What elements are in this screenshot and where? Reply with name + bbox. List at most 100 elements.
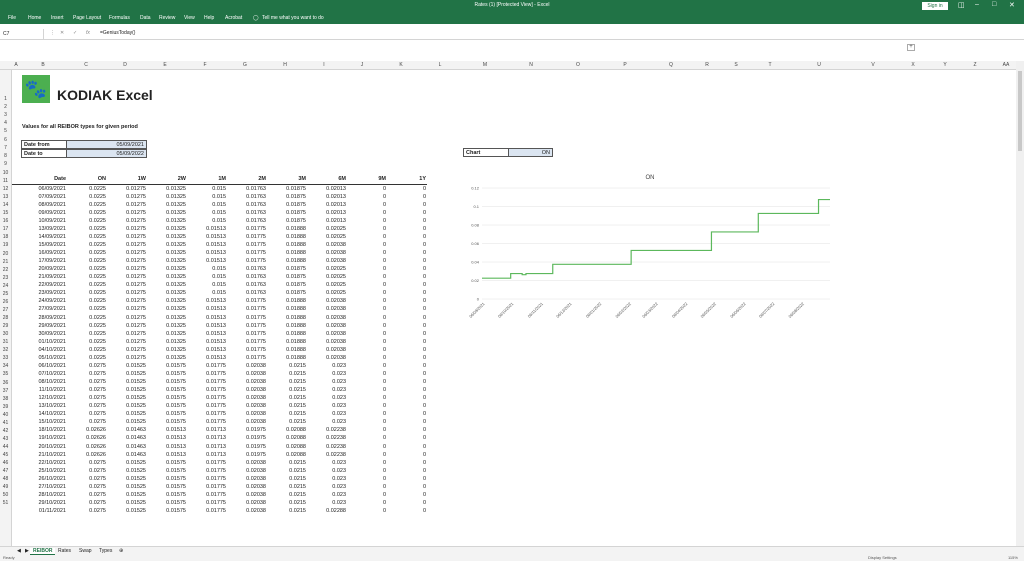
- table-cell[interactable]: 0: [387, 322, 427, 330]
- column-header[interactable]: K: [396, 62, 406, 68]
- column-header[interactable]: A: [11, 62, 21, 68]
- table-cell[interactable]: 0.02238: [307, 443, 347, 451]
- table-cell[interactable]: 0: [387, 491, 427, 499]
- table-cell[interactable]: 29/10/2021: [12, 499, 67, 507]
- table-cell[interactable]: 0.01325: [147, 297, 187, 305]
- table-cell[interactable]: 0.01888: [267, 322, 307, 330]
- table-cell[interactable]: 0: [347, 426, 387, 434]
- table-cell[interactable]: 0.01325: [147, 217, 187, 225]
- table-cell[interactable]: 0.01775: [227, 354, 267, 362]
- row-header[interactable]: 1: [0, 96, 11, 102]
- table-cell[interactable]: 0.02038: [227, 467, 267, 475]
- table-cell[interactable]: 0: [347, 491, 387, 499]
- table-cell[interactable]: 0.02025: [307, 265, 347, 273]
- table-cell[interactable]: 0.02038: [227, 386, 267, 394]
- table-cell[interactable]: 0.01775: [227, 305, 267, 313]
- table-cell[interactable]: 0.01763: [227, 193, 267, 201]
- table-cell[interactable]: 0.0225: [67, 265, 107, 273]
- table-cell[interactable]: 0.01325: [147, 289, 187, 297]
- table-cell[interactable]: 0.01875: [267, 184, 307, 193]
- table-cell[interactable]: 0.015: [187, 184, 227, 193]
- table-cell[interactable]: 0.01463: [107, 434, 147, 442]
- table-cell[interactable]: 0.01575: [147, 507, 187, 515]
- table-cell[interactable]: 0.01775: [187, 499, 227, 507]
- tab-home[interactable]: Home: [28, 15, 41, 21]
- table-cell[interactable]: 0.01775: [227, 297, 267, 305]
- table-cell[interactable]: 0: [347, 289, 387, 297]
- table-cell[interactable]: 0.01513: [187, 257, 227, 265]
- table-cell[interactable]: 0.01575: [147, 362, 187, 370]
- table-cell[interactable]: 0.01325: [147, 330, 187, 338]
- table-cell[interactable]: 0: [387, 418, 427, 426]
- table-cell[interactable]: 0.01513: [187, 297, 227, 305]
- row-header[interactable]: 47: [0, 468, 11, 474]
- table-cell[interactable]: 0.01513: [147, 434, 187, 442]
- table-cell[interactable]: 22/10/2021: [12, 459, 67, 467]
- table-cell[interactable]: 08/10/2021: [12, 378, 67, 386]
- row-header[interactable]: 26: [0, 299, 11, 305]
- table-cell[interactable]: 0.01525: [107, 459, 147, 467]
- table-cell[interactable]: 0.02088: [267, 426, 307, 434]
- table-cell[interactable]: 0: [347, 225, 387, 233]
- table-cell[interactable]: 0.01875: [267, 265, 307, 273]
- table-cell[interactable]: 29/09/2021: [12, 322, 67, 330]
- table-cell[interactable]: 0.01513: [187, 305, 227, 313]
- table-cell[interactable]: 0.0225: [67, 322, 107, 330]
- table-cell[interactable]: 0.0225: [67, 305, 107, 313]
- table-cell[interactable]: 0.01525: [107, 475, 147, 483]
- table-cell[interactable]: 0.02038: [307, 338, 347, 346]
- table-cell[interactable]: 0.01888: [267, 314, 307, 322]
- table-cell[interactable]: 11/10/2021: [12, 386, 67, 394]
- column-header[interactable]: U: [814, 62, 824, 68]
- table-cell[interactable]: 0.01275: [107, 354, 147, 362]
- table-cell[interactable]: 0.0225: [67, 346, 107, 354]
- row-header[interactable]: 48: [0, 476, 11, 482]
- table-cell[interactable]: 0: [347, 330, 387, 338]
- table-cell[interactable]: 15/09/2021: [12, 241, 67, 249]
- table-cell[interactable]: 0.015: [187, 209, 227, 217]
- table-cell[interactable]: 0.01775: [227, 257, 267, 265]
- table-cell[interactable]: 0.01775: [187, 459, 227, 467]
- table-cell[interactable]: 0.01888: [267, 338, 307, 346]
- table-cell[interactable]: 0.02038: [227, 459, 267, 467]
- table-cell[interactable]: 0.023: [307, 459, 347, 467]
- table-cell[interactable]: 0.0225: [67, 233, 107, 241]
- maximize-icon[interactable]: □: [992, 1, 996, 8]
- table-cell[interactable]: 0.01575: [147, 402, 187, 410]
- table-cell[interactable]: 0: [347, 443, 387, 451]
- row-header[interactable]: 39: [0, 404, 11, 410]
- table-cell[interactable]: 0.01888: [267, 297, 307, 305]
- column-header[interactable]: X: [908, 62, 918, 68]
- table-cell[interactable]: 0.01763: [227, 184, 267, 193]
- table-cell[interactable]: 0.01888: [267, 330, 307, 338]
- table-cell[interactable]: 0.02238: [307, 426, 347, 434]
- table-cell[interactable]: 0.0215: [267, 499, 307, 507]
- table-cell[interactable]: 0.0275: [67, 378, 107, 386]
- table-cell[interactable]: 0.01325: [147, 257, 187, 265]
- table-cell[interactable]: 22/09/2021: [12, 281, 67, 289]
- row-header[interactable]: 34: [0, 363, 11, 369]
- table-cell[interactable]: 0.02038: [307, 330, 347, 338]
- table-cell[interactable]: 0.01325: [147, 338, 187, 346]
- table-cell[interactable]: 28/10/2021: [12, 491, 67, 499]
- table-cell[interactable]: 0.0225: [67, 193, 107, 201]
- table-cell[interactable]: 0.01525: [107, 507, 147, 515]
- table-cell[interactable]: 0.01275: [107, 217, 147, 225]
- table-cell[interactable]: 0.01763: [227, 273, 267, 281]
- table-cell[interactable]: 0.01525: [107, 362, 147, 370]
- table-cell[interactable]: 0: [387, 209, 427, 217]
- table-cell[interactable]: 0.0225: [67, 201, 107, 209]
- table-cell[interactable]: 0: [347, 193, 387, 201]
- table-cell[interactable]: 0.01275: [107, 305, 147, 313]
- table-cell[interactable]: 0.0215: [267, 467, 307, 475]
- table-cell[interactable]: 06/10/2021: [12, 362, 67, 370]
- table-cell[interactable]: 0.01888: [267, 249, 307, 257]
- tab-view[interactable]: View: [184, 15, 195, 21]
- table-cell[interactable]: 23/09/2021: [12, 289, 67, 297]
- table-cell[interactable]: 0.0215: [267, 386, 307, 394]
- table-cell[interactable]: 0.01875: [267, 209, 307, 217]
- row-header[interactable]: 51: [0, 500, 11, 506]
- table-cell[interactable]: 0.01775: [227, 322, 267, 330]
- table-cell[interactable]: 0.0215: [267, 362, 307, 370]
- table-cell[interactable]: 20/10/2021: [12, 443, 67, 451]
